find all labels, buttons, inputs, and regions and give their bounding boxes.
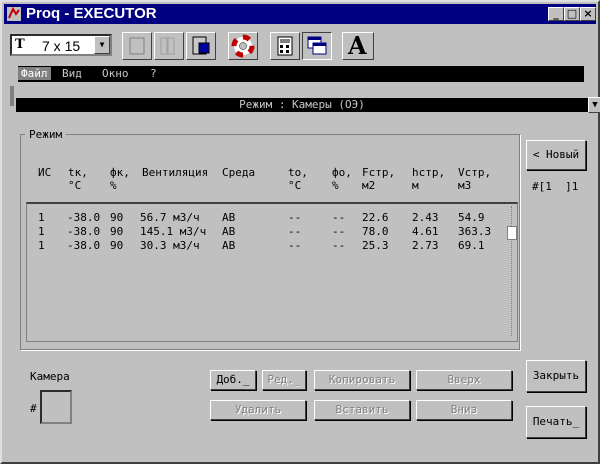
- calculator-button[interactable]: [270, 32, 300, 60]
- cell-fstr: 25.3: [362, 239, 389, 252]
- hash-label: #: [30, 402, 37, 415]
- new-button[interactable]: < Новый: [526, 140, 586, 170]
- move-up-button[interactable]: Вверх: [416, 370, 512, 390]
- menu-window[interactable]: Окно: [102, 67, 129, 80]
- paste-button[interactable]: [186, 32, 216, 60]
- cell-ventilation: 56.7 м3/ч: [140, 211, 200, 224]
- child-window-title[interactable]: Режим : Камеры (ОЭ) ▼: [16, 97, 600, 113]
- cell-is: 1: [38, 239, 45, 252]
- menu-bar: Файл Вид Окно ?: [18, 66, 584, 82]
- cell-hstr: 4.61: [412, 225, 439, 238]
- cell-ventilation: 30.3 м3/ч: [140, 239, 200, 252]
- maximize-button[interactable]: □: [564, 7, 580, 21]
- header-fk: фк, %: [110, 166, 130, 192]
- cell-vstr: 54.9: [458, 211, 485, 224]
- cell-tk: -38.0: [67, 239, 101, 252]
- cell-to: --: [288, 211, 302, 224]
- cell-fo: --: [332, 211, 346, 224]
- header-vstr: Vстр, м3: [458, 166, 492, 192]
- menu-file[interactable]: Файл: [18, 67, 51, 80]
- header-ventilation: Вентиляция: [142, 166, 209, 179]
- header-fo: фо, %: [332, 166, 352, 192]
- font-size-value: 7 x 15: [42, 38, 81, 54]
- header-is: ИС: [38, 166, 52, 179]
- cell-medium: АВ: [222, 239, 236, 252]
- delete-button[interactable]: Удалить: [210, 400, 306, 420]
- cell-fk: 90: [110, 239, 124, 252]
- lifebuoy-icon: [231, 34, 255, 58]
- child-dropdown-icon[interactable]: ▼: [588, 97, 600, 113]
- header-medium: Среда: [222, 166, 256, 179]
- add-button[interactable]: Доб._: [210, 370, 256, 390]
- columns-button[interactable]: [154, 32, 184, 60]
- close-button[interactable]: Закрыть: [526, 360, 586, 392]
- menu-help[interactable]: ?: [150, 67, 157, 80]
- cell-hstr: 2.73: [412, 239, 439, 252]
- insert-button[interactable]: Вставить: [314, 400, 410, 420]
- app-window: Proq - EXECUTOR _ □ × T 7 x 15 ▼ A Файл …: [0, 0, 600, 464]
- header-fstr: Fстр, м2: [362, 166, 396, 192]
- header-tk: tк, °C: [68, 166, 88, 192]
- minimize-button[interactable]: _: [548, 7, 564, 21]
- header-hstr: hстр, м: [412, 166, 446, 192]
- scroll-thumb[interactable]: [507, 226, 517, 240]
- cell-medium: АВ: [222, 225, 236, 238]
- windows-button[interactable]: [302, 32, 332, 60]
- divider: [10, 86, 14, 106]
- cell-is: 1: [38, 225, 45, 238]
- record-indicator: #[1 ]1: [532, 180, 579, 193]
- cell-medium: АВ: [222, 211, 236, 224]
- print-button[interactable]: Печать_: [526, 406, 586, 438]
- cell-to: --: [288, 239, 302, 252]
- font-size-select[interactable]: T 7 x 15 ▼: [10, 34, 112, 56]
- window-title: Proq - EXECUTOR: [26, 5, 157, 22]
- cell-hstr: 2.43: [412, 211, 439, 224]
- move-down-button[interactable]: Вниз: [416, 400, 512, 420]
- blank-page-button[interactable]: [122, 32, 152, 60]
- mode-group-legend: Режим: [29, 128, 63, 141]
- copy-button[interactable]: Копировать: [314, 370, 410, 390]
- dropdown-arrow-icon[interactable]: ▼: [94, 36, 110, 54]
- header-to: tо, °C: [288, 166, 308, 192]
- big-font-button[interactable]: A: [342, 31, 374, 60]
- cell-tk: -38.0: [67, 211, 101, 224]
- child-title-text: Режим : Камеры (ОЭ): [239, 98, 365, 111]
- windows-icon: [307, 36, 327, 55]
- cell-fstr: 22.6: [362, 211, 389, 224]
- letter-a-icon: A: [348, 31, 367, 60]
- quantity-label: Камера: [30, 370, 70, 383]
- app-icon: [7, 7, 21, 21]
- records-list[interactable]: 1 -38.0 90 56.7 м3/ч АВ -- -- 22.6 2.43 …: [26, 202, 518, 342]
- font-type-icon: T: [15, 37, 25, 52]
- cell-vstr: 363.3: [458, 225, 492, 238]
- calculator-icon: [277, 36, 293, 56]
- title-bar[interactable]: Proq - EXECUTOR _ □ ×: [4, 4, 596, 24]
- cell-fk: 90: [110, 211, 124, 224]
- cell-fo: --: [332, 225, 346, 238]
- menu-view[interactable]: Вид: [62, 67, 82, 80]
- cell-vstr: 69.1: [458, 239, 485, 252]
- edit-button[interactable]: Ред._: [262, 370, 306, 390]
- columns-icon: [160, 37, 175, 55]
- cell-fk: 90: [110, 225, 124, 238]
- cell-to: --: [288, 225, 302, 238]
- close-window-button[interactable]: ×: [580, 7, 596, 21]
- lifebuoy-button[interactable]: [228, 32, 258, 60]
- toolbar: T 7 x 15 ▼ A: [4, 26, 596, 64]
- list-scrollbar[interactable]: [507, 204, 517, 341]
- blank-page-icon: [129, 37, 145, 55]
- quantity-field[interactable]: [40, 390, 72, 424]
- cell-ventilation: 145.1 м3/ч: [140, 225, 207, 238]
- cell-fstr: 78.0: [362, 225, 389, 238]
- cell-is: 1: [38, 211, 45, 224]
- cell-tk: -38.0: [67, 225, 101, 238]
- clipboard-icon: [192, 36, 210, 55]
- cell-fo: --: [332, 239, 346, 252]
